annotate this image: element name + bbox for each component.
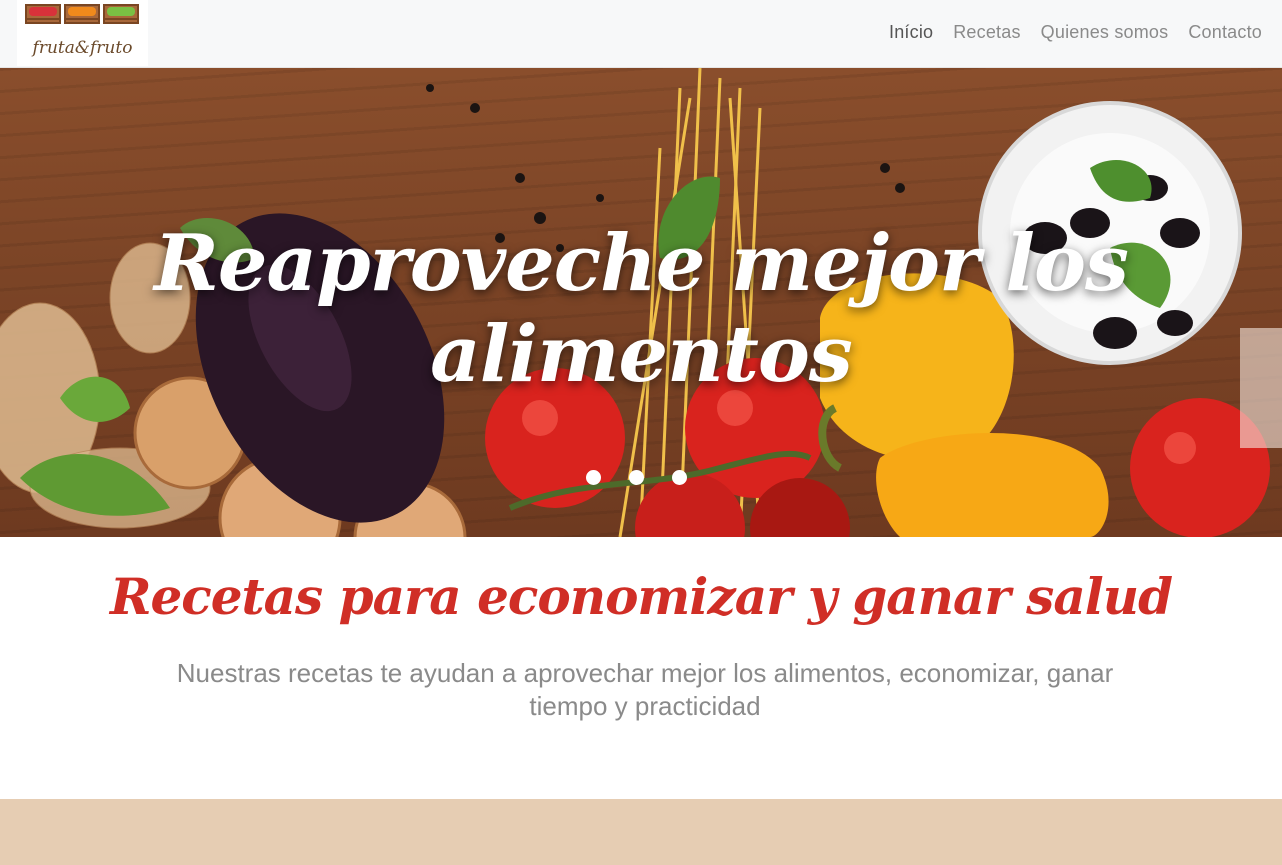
carousel-indicators — [586, 470, 687, 485]
crate-lime-icon — [103, 4, 139, 24]
navbar: fruta&fruto Início Recetas Quienes somos… — [0, 0, 1282, 68]
nav-link-recetas[interactable]: Recetas — [953, 22, 1020, 43]
main-nav: Início Recetas Quienes somos Contacto — [889, 22, 1262, 43]
section-subtitle: Nuestras recetas te ayudan a aprovechar … — [176, 658, 1114, 721]
beige-band — [0, 799, 1282, 865]
nav-link-inicio[interactable]: Início — [889, 22, 933, 43]
crate-strawberry-icon — [25, 4, 61, 24]
crate-orange-icon — [64, 4, 100, 24]
carousel-indicator-1[interactable] — [586, 470, 601, 485]
brand-logo[interactable]: fruta&fruto — [17, 0, 148, 66]
nav-link-contacto[interactable]: Contacto — [1188, 22, 1262, 43]
brand-name: fruta&fruto — [32, 38, 133, 58]
carousel-indicator-2[interactable] — [629, 470, 644, 485]
section-title: Recetas para economizar y ganar salud — [109, 567, 1173, 626]
nav-link-quienes-somos[interactable]: Quienes somos — [1041, 22, 1169, 43]
hero-carousel[interactable]: Reaproveche mejor los alimentos — [0, 68, 1282, 537]
hero-title: Reaproveche mejor los alimentos — [154, 218, 1129, 400]
carousel-indicator-3[interactable] — [672, 470, 687, 485]
intro-section: Recetas para economizar y ganar salud Nu… — [0, 537, 1282, 799]
